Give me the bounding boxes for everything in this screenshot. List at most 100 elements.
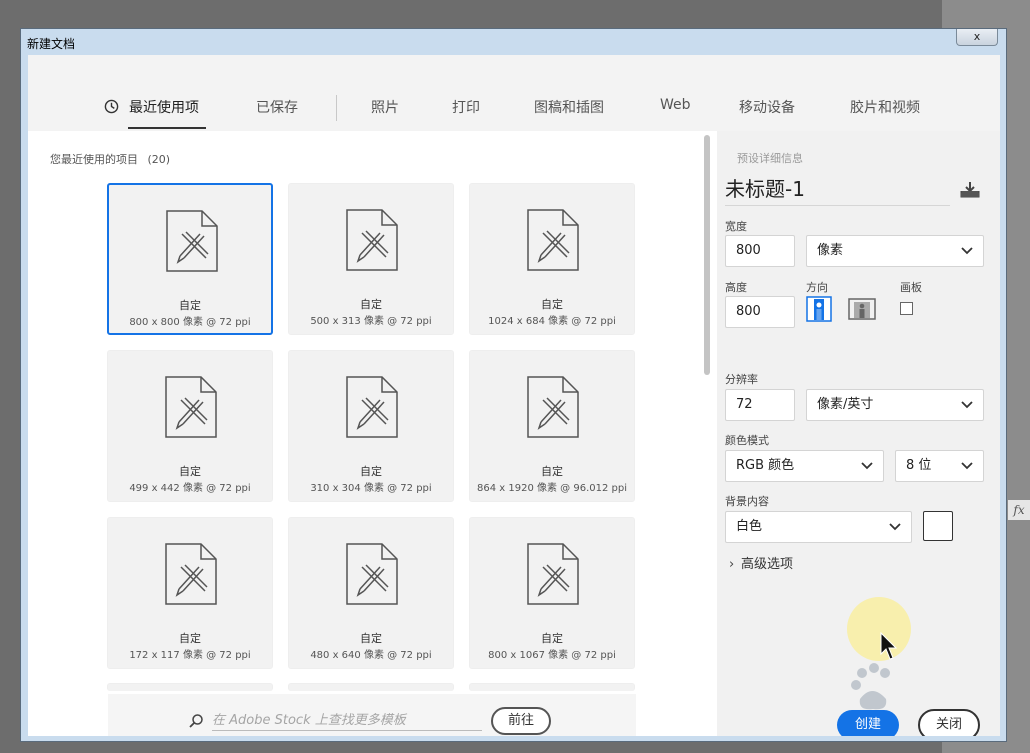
width-unit-select[interactable]: 像素: [806, 235, 984, 267]
tab-web[interactable]: Web: [660, 97, 691, 113]
document-icon: [346, 376, 398, 438]
window-close-button[interactable]: x: [956, 29, 998, 46]
chevron-down-icon: [961, 247, 973, 255]
chevron-down-icon: [961, 401, 973, 409]
document-icon: [346, 209, 398, 271]
recent-items-label: 您最近使用的项目: [50, 153, 138, 166]
color-mode-value: RGB 颜色: [736, 458, 795, 473]
preset-dimensions: 480 x 640 像素 @ 72 ppi: [310, 650, 432, 661]
category-tabs: 最近使用项 已保存 照片 打印 图稿和插图 Web 移动设备 胶片和视频: [28, 55, 1000, 131]
chevron-down-icon: [961, 462, 973, 470]
tab-saved[interactable]: 已保存: [256, 97, 298, 117]
cursor-highlight: [847, 597, 911, 661]
color-mode-select[interactable]: RGB 颜色: [725, 450, 884, 482]
preset-card[interactable]: 自定 500 x 313 像素 @ 72 ppi: [288, 183, 454, 335]
preset-name: 自定: [360, 632, 382, 645]
tab-recent[interactable]: 最近使用项: [129, 97, 199, 117]
tab-separator: [336, 95, 337, 121]
preset-dimensions: 1024 x 684 像素 @ 72 ppi: [488, 316, 616, 327]
tab-photo[interactable]: 照片: [371, 97, 399, 117]
document-icon: [166, 210, 218, 272]
color-mode-label: 颜色模式: [725, 434, 769, 447]
preset-dimensions: 800 x 1067 像素 @ 72 ppi: [488, 650, 616, 661]
bit-depth-select[interactable]: 8 位: [895, 450, 984, 482]
chevron-down-icon: [889, 523, 901, 531]
preset-dimensions: 800 x 800 像素 @ 72 ppi: [129, 317, 251, 328]
tab-art-illustration[interactable]: 图稿和插图: [534, 97, 604, 117]
scrollbar-thumb[interactable]: [704, 135, 710, 375]
preset-name: 自定: [360, 465, 382, 478]
preset-name: 自定: [541, 632, 563, 645]
preset-dimensions: 864 x 1920 像素 @ 96.012 ppi: [477, 483, 627, 494]
preset-dimensions: 172 x 117 像素 @ 72 ppi: [129, 650, 251, 661]
tab-film-video[interactable]: 胶片和视频: [850, 97, 920, 117]
close-icon: x: [973, 30, 981, 43]
width-input[interactable]: 800: [725, 235, 795, 267]
resolution-label: 分辨率: [725, 373, 758, 386]
landscape-orientation-icon[interactable]: [848, 296, 876, 322]
document-icon: [346, 543, 398, 605]
height-input[interactable]: 800: [725, 296, 795, 328]
orientation-label: 方向: [806, 281, 828, 294]
clock-icon: [104, 99, 119, 114]
preset-card[interactable]: 自定 864 x 1920 像素 @ 96.012 ppi: [469, 350, 635, 502]
preset-dimensions: 499 x 442 像素 @ 72 ppi: [129, 483, 251, 494]
preset-name: 自定: [541, 465, 563, 478]
preset-card[interactable]: 自定 480 x 640 像素 @ 72 ppi: [288, 517, 454, 669]
preset-card[interactable]: 自定 499 x 442 像素 @ 72 ppi: [107, 350, 273, 502]
active-tab-indicator: [128, 127, 206, 129]
background-value: 白色: [736, 519, 763, 534]
stock-search-bar: 前往: [108, 694, 636, 736]
document-name-field[interactable]: 未标题-1: [725, 175, 950, 206]
baidu-watermark-logo: [851, 663, 890, 710]
fx-button[interactable]: fx: [1008, 500, 1030, 520]
preset-name: 自定: [179, 299, 201, 312]
save-preset-icon[interactable]: [959, 181, 981, 199]
preset-card-partial[interactable]: [288, 683, 454, 691]
resolution-unit-value: 像素/英寸: [817, 397, 874, 412]
portrait-orientation-icon[interactable]: [806, 296, 832, 322]
document-icon: [527, 376, 579, 438]
artboard-label: 画板: [900, 281, 922, 294]
go-button[interactable]: 前往: [491, 707, 551, 735]
preset-name: 自定: [541, 298, 563, 311]
preset-card-partial[interactable]: [107, 683, 273, 691]
search-icon: [189, 714, 203, 728]
resolution-input[interactable]: 72: [725, 389, 795, 421]
artboard-checkbox[interactable]: [900, 302, 913, 315]
background-color-swatch[interactable]: [923, 511, 953, 541]
preset-card[interactable]: 自定 800 x 1067 像素 @ 72 ppi: [469, 517, 635, 669]
background-label: 背景内容: [725, 495, 769, 508]
advanced-options-label: 高级选项: [741, 557, 794, 572]
tab-print[interactable]: 打印: [452, 97, 480, 117]
preset-card-partial[interactable]: [469, 683, 635, 691]
chevron-down-icon: [861, 462, 873, 470]
bit-depth-value: 8 位: [906, 458, 932, 473]
document-icon: [165, 376, 217, 438]
recent-items-count: (20): [147, 153, 171, 166]
tab-mobile[interactable]: 移动设备: [739, 97, 795, 117]
document-icon: [165, 543, 217, 605]
chevron-right-icon: ›: [729, 557, 735, 572]
resolution-unit-select[interactable]: 像素/英寸: [806, 389, 984, 421]
advanced-options-toggle[interactable]: › 高级选项: [729, 553, 793, 572]
width-unit-value: 像素: [817, 243, 844, 258]
background-select[interactable]: 白色: [725, 511, 912, 543]
recent-items-heading: 您最近使用的项目 (20): [50, 151, 170, 167]
width-label: 宽度: [725, 220, 747, 233]
preset-dimensions: 310 x 304 像素 @ 72 ppi: [310, 483, 432, 494]
recent-items-panel: 您最近使用的项目 (20) 自定 800 x 800 像素 @ 72 ppi 自定 5…: [28, 131, 710, 736]
preset-name: 自定: [360, 298, 382, 311]
document-icon: [527, 209, 579, 271]
preset-card[interactable]: 自定 800 x 800 像素 @ 72 ppi: [107, 183, 273, 335]
dialog-title: 新建文档: [27, 37, 76, 51]
title-bar: 新建文档 x: [21, 29, 1006, 55]
preset-card[interactable]: 自定 1024 x 684 像素 @ 72 ppi: [469, 183, 635, 335]
stock-search-input[interactable]: [212, 710, 482, 731]
preset-card[interactable]: 自定 310 x 304 像素 @ 72 ppi: [288, 350, 454, 502]
height-label: 高度: [725, 281, 747, 294]
preset-name: 自定: [179, 632, 201, 645]
preset-card[interactable]: 自定 172 x 117 像素 @ 72 ppi: [107, 517, 273, 669]
preset-details-heading: 预设详细信息: [737, 152, 803, 165]
preset-dimensions: 500 x 313 像素 @ 72 ppi: [310, 316, 432, 327]
